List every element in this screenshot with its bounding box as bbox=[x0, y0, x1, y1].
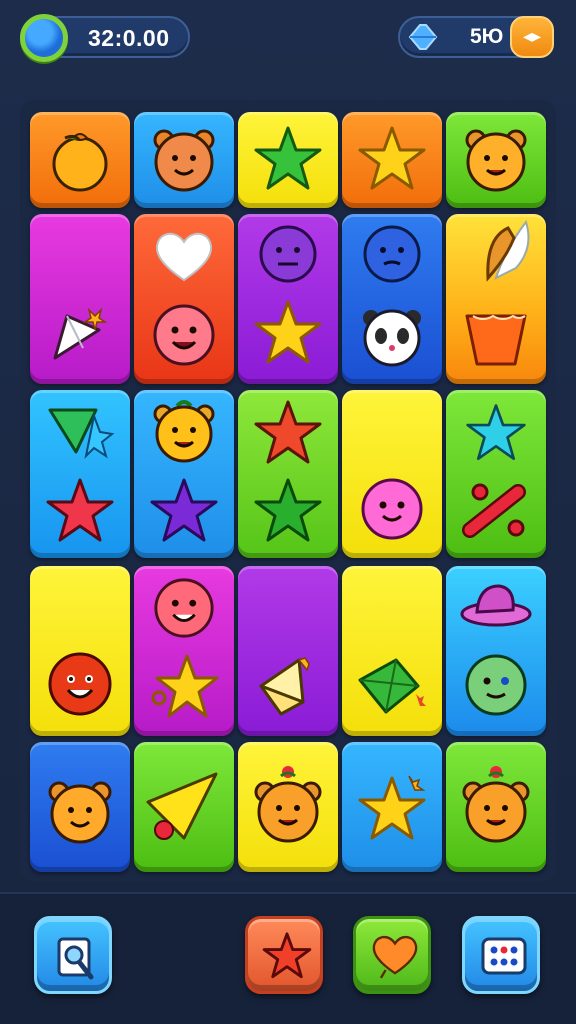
tile[interactable] bbox=[238, 742, 338, 872]
lives-counter[interactable]: 5Ю ◂▸ bbox=[398, 16, 554, 58]
tile[interactable] bbox=[342, 214, 442, 384]
blue-crystal-icon bbox=[408, 24, 438, 50]
yellow-star-icon bbox=[358, 126, 426, 190]
green-smiley-face-icon bbox=[465, 654, 527, 716]
grid-button[interactable] bbox=[462, 916, 540, 994]
cyan-star-icon bbox=[466, 404, 526, 461]
tile[interactable] bbox=[30, 112, 130, 208]
blue-monster-face-icon bbox=[363, 225, 421, 283]
leaf-icon bbox=[486, 219, 530, 282]
lives-amount: 5Ю bbox=[470, 25, 504, 48]
orange-bear-face-icon bbox=[254, 766, 322, 843]
star-booster-button[interactable] bbox=[245, 916, 323, 994]
yellow-bear-face-icon bbox=[153, 400, 215, 463]
tile[interactable] bbox=[30, 566, 130, 736]
purple-star-icon bbox=[150, 478, 218, 542]
scan-button[interactable] bbox=[34, 916, 112, 994]
tile[interactable] bbox=[446, 742, 546, 872]
tile[interactable] bbox=[238, 214, 338, 384]
red-star-icon bbox=[254, 400, 322, 464]
orange-bear-face-icon bbox=[462, 766, 530, 843]
puzzle-board bbox=[20, 100, 556, 882]
orange-fruit-icon bbox=[52, 133, 108, 192]
heart-booster-button[interactable] bbox=[353, 916, 431, 994]
red-star-icon bbox=[46, 478, 114, 542]
tile[interactable] bbox=[446, 566, 546, 736]
yellow-pennant-icon bbox=[146, 772, 218, 840]
tile[interactable] bbox=[446, 112, 546, 208]
green-star-icon bbox=[254, 478, 322, 542]
red-smiley-face-icon bbox=[48, 652, 112, 716]
paper-kite-icon bbox=[259, 657, 310, 716]
tile[interactable] bbox=[342, 566, 442, 736]
tile[interactable] bbox=[238, 390, 338, 558]
white-heart-icon bbox=[155, 232, 213, 282]
tile[interactable] bbox=[134, 390, 234, 558]
red-bone-icon bbox=[462, 483, 526, 538]
game-screen: 32:0.00 5Ю ◂▸ bbox=[0, 0, 576, 1024]
tile[interactable] bbox=[342, 742, 442, 872]
pink-smiley-face-icon bbox=[153, 304, 215, 366]
purple-monster-face-icon bbox=[259, 225, 317, 283]
yellow-star-icon bbox=[254, 300, 322, 364]
tile[interactable] bbox=[446, 390, 546, 558]
panda-face-icon bbox=[363, 309, 421, 367]
yellow-star-icon bbox=[358, 775, 426, 840]
dice-grid-icon bbox=[481, 937, 527, 975]
paper-kite-icon bbox=[53, 307, 108, 360]
tile[interactable] bbox=[134, 742, 234, 872]
orange-bear-face-icon bbox=[465, 129, 527, 192]
coin-amount: 32:0.00 bbox=[88, 25, 170, 51]
orange-bear-face-icon bbox=[48, 781, 112, 844]
green-kite-icon bbox=[48, 408, 115, 460]
tile[interactable] bbox=[446, 214, 546, 384]
tile[interactable] bbox=[134, 566, 234, 736]
tile[interactable] bbox=[30, 742, 130, 872]
tile[interactable] bbox=[30, 214, 130, 384]
coin-counter[interactable]: 32:0.00 bbox=[20, 14, 190, 62]
pink-hat-icon bbox=[460, 584, 532, 627]
orange-heart-icon bbox=[372, 935, 418, 979]
red-star-icon bbox=[262, 932, 312, 979]
orange-cup-icon bbox=[465, 314, 527, 366]
tile[interactable] bbox=[30, 390, 130, 558]
tile[interactable] bbox=[238, 566, 338, 736]
pink-smiley-face-icon bbox=[361, 478, 423, 540]
tile[interactable] bbox=[134, 214, 234, 384]
tile[interactable] bbox=[342, 390, 442, 558]
blue-orb-coin-icon bbox=[20, 14, 68, 62]
pink-smiley-face-icon bbox=[154, 578, 214, 638]
booster-bar bbox=[0, 892, 576, 1024]
lives-add-button[interactable]: ◂▸ bbox=[510, 16, 554, 58]
tile[interactable] bbox=[238, 112, 338, 208]
green-star-icon bbox=[254, 126, 322, 190]
green-kite-icon bbox=[358, 658, 426, 714]
orange-bear-face-icon bbox=[153, 129, 215, 192]
magnifier-card-icon bbox=[57, 937, 94, 980]
yellow-star-icon bbox=[151, 654, 219, 718]
tile[interactable] bbox=[134, 112, 234, 208]
tile[interactable] bbox=[342, 112, 442, 208]
